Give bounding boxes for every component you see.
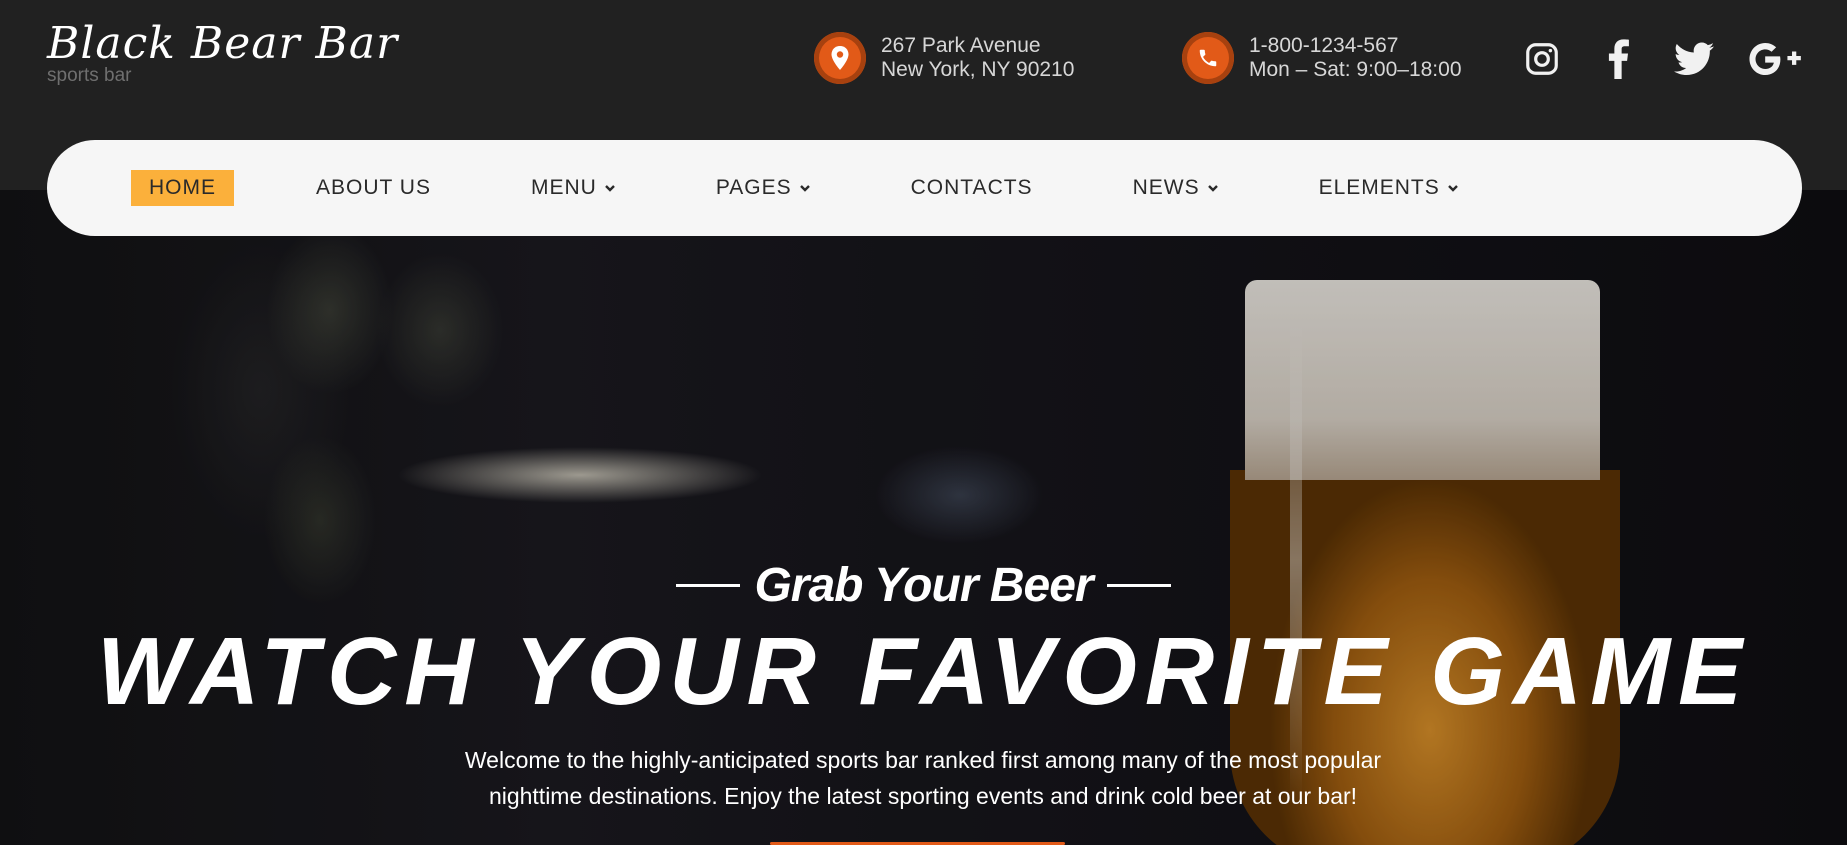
chevron-down-icon	[604, 185, 615, 192]
hero-headline: WATCH YOUR FAVORITE GAME	[96, 618, 1751, 725]
hero-lead-line-2: nighttime destinations. Enjoy the latest…	[488, 783, 1358, 809]
chevron-down-icon	[799, 185, 810, 192]
hero-kicker-text: Grab Your Beer	[754, 559, 1093, 612]
hero-kicker: Grab Your Beer	[0, 558, 1847, 613]
facebook-icon[interactable]	[1595, 36, 1641, 82]
hero-lead-line-1: Welcome to the highly-anticipated sports…	[464, 747, 1382, 773]
logo-name: Black Bear Bar	[47, 18, 399, 69]
nav-item-label: MENU	[530, 176, 597, 199]
nav-item-elements[interactable]: ELEMENTS	[1301, 170, 1477, 206]
nav-item-label: NEWS	[1132, 176, 1200, 199]
nav-item-menu[interactable]: MENU	[513, 170, 634, 206]
nav-item-contacts[interactable]: CONTACTS	[893, 170, 1051, 206]
kicker-line-left	[676, 584, 741, 587]
address-block: 267 Park Avenue New York, NY 90210	[814, 32, 1074, 84]
hero-lead: Welcome to the highly-anticipated sports…	[423, 742, 1423, 814]
phone-icon	[1182, 32, 1234, 84]
chevron-down-icon	[1447, 185, 1458, 192]
nav-item-label: ABOUT US	[316, 176, 431, 199]
google-plus-icon[interactable]	[1747, 36, 1803, 82]
location-pin-icon	[814, 32, 866, 84]
phone-block: 1-800-1234-567 Mon – Sat: 9:00–18:00	[1182, 32, 1462, 84]
instagram-icon[interactable]	[1519, 36, 1565, 82]
kicker-line-right	[1106, 584, 1171, 587]
nav-item-home[interactable]: HOME	[131, 170, 234, 206]
nav-item-label: ELEMENTS	[1318, 176, 1440, 199]
nav-item-about-us[interactable]: ABOUT US	[298, 170, 449, 206]
address-line-2: New York, NY 90210	[881, 58, 1075, 81]
phone-number: 1-800-1234-567	[1249, 34, 1399, 57]
nav-item-label: PAGES	[715, 176, 792, 199]
main-nav: HOME ABOUT US MENU PAGES CONTACTS NEWS E…	[47, 140, 1802, 236]
social-links	[1519, 36, 1803, 82]
logo[interactable]: Black Bear Bar sports bar	[47, 20, 398, 86]
logo-tagline: sports bar	[47, 65, 132, 86]
nav-item-pages[interactable]: PAGES	[698, 170, 829, 206]
opening-hours: Mon – Sat: 9:00–18:00	[1249, 58, 1462, 81]
nav-item-label: HOME	[149, 176, 216, 199]
address-line-1: 267 Park Avenue	[881, 34, 1041, 57]
twitter-icon[interactable]	[1671, 36, 1717, 82]
nav-item-label: CONTACTS	[910, 176, 1033, 199]
nav-item-news[interactable]: NEWS	[1115, 170, 1237, 206]
chevron-down-icon	[1207, 185, 1218, 192]
